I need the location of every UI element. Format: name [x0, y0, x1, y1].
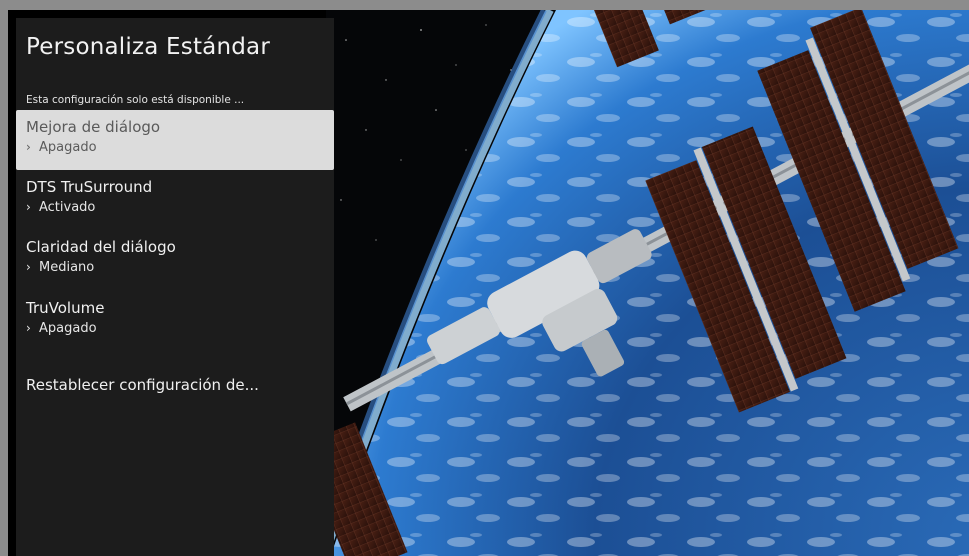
menu-item-label: DTS TruSurround — [26, 178, 153, 196]
chevron-right-icon: › — [26, 260, 31, 274]
availability-note: Esta configuración solo está disponible … — [26, 94, 245, 106]
menu-item-dialog-enhancement[interactable]: Mejora de diálogo › Apagado — [16, 110, 334, 170]
menu-item-value: › Apagado — [26, 321, 97, 336]
tv-frame: Personaliza Estándar Esta configuración … — [0, 0, 969, 556]
menu-item-value: › Apagado — [26, 140, 97, 155]
reset-settings-button[interactable]: Restablecer configuración de... — [16, 366, 334, 402]
menu-item-label: Mejora de diálogo — [26, 118, 161, 136]
menu-item-dialog-clarity[interactable]: Claridad del diálogo › Mediano — [16, 230, 334, 290]
menu-item-label: TruVolume — [26, 299, 105, 317]
chevron-right-icon: › — [26, 321, 31, 335]
menu-item-value: › Mediano — [26, 260, 95, 275]
background-image — [326, 10, 969, 556]
chevron-right-icon: › — [26, 140, 31, 154]
chevron-right-icon: › — [26, 200, 31, 214]
menu-item-label: Claridad del diálogo — [26, 238, 176, 256]
menu-item-value: › Activado — [26, 200, 96, 215]
settings-panel: Personaliza Estándar Esta configuración … — [16, 18, 334, 556]
menu-item-dts-trusurround[interactable]: DTS TruSurround › Activado — [16, 170, 334, 230]
space-station-illustration — [326, 10, 969, 556]
tv-screen: Personaliza Estándar Esta configuración … — [8, 10, 969, 556]
panel-title: Personaliza Estándar — [26, 34, 270, 60]
menu-item-truvolume[interactable]: TruVolume › Apagado — [16, 291, 334, 351]
